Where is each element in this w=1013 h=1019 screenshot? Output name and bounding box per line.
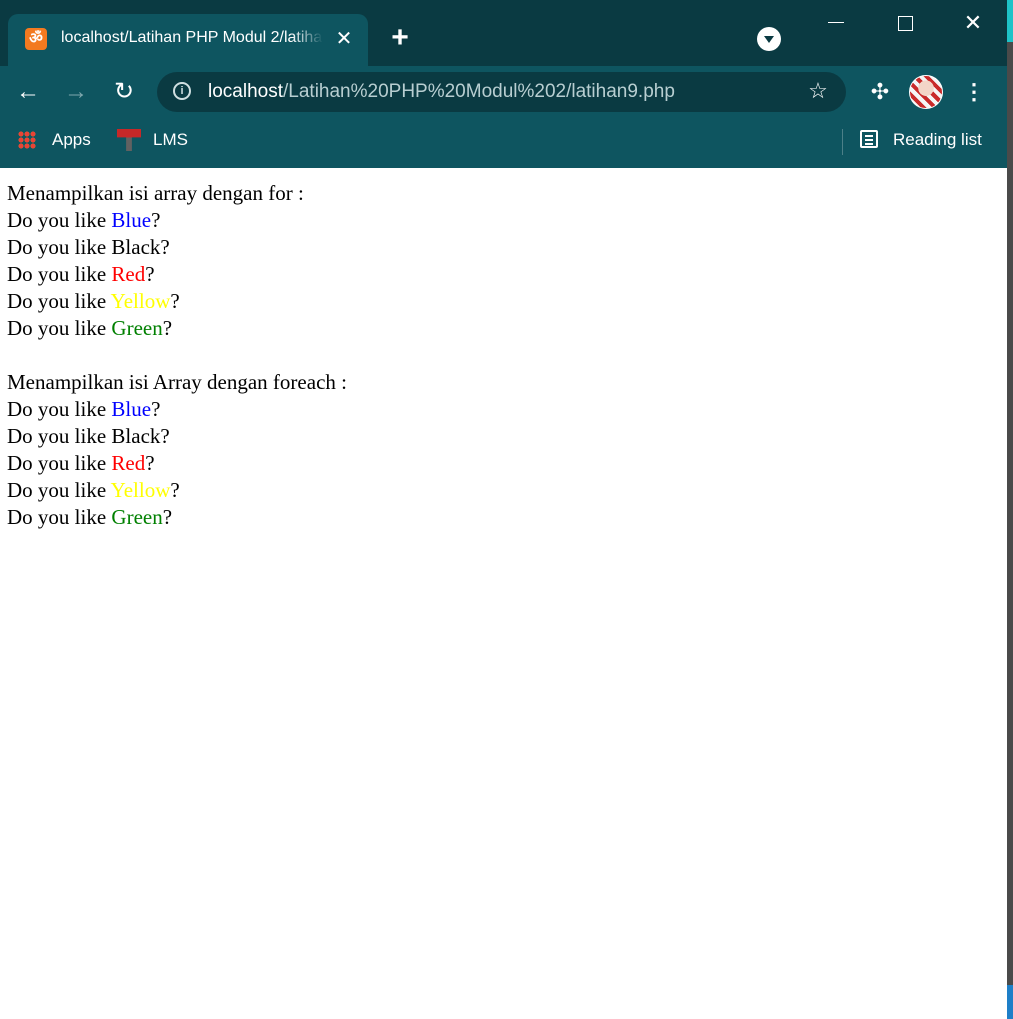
tab-search-icon[interactable] — [757, 27, 781, 51]
color-word: Black — [111, 235, 161, 259]
minimize-icon[interactable] — [813, 8, 859, 38]
window-close-icon[interactable]: ✕ — [950, 8, 996, 38]
line-suffix: ? — [170, 478, 180, 502]
tab-title: localhost/Latihan PHP Modul 2/latihan9.p… — [61, 29, 323, 46]
new-tab-icon[interactable]: + — [386, 23, 414, 53]
page-content: Menampilkan isi array dengan for : Do yo… — [7, 180, 347, 531]
lms-logo-icon — [117, 129, 141, 151]
color-word: Green — [111, 505, 163, 529]
extensions-puzzle-icon[interactable]: ✣ — [866, 78, 894, 106]
desktop-accent-bottom — [1007, 985, 1013, 1019]
tab-close-icon[interactable]: ✕ — [332, 27, 356, 51]
page-viewport: Menampilkan isi array dengan for : Do yo… — [0, 168, 1007, 1019]
bookmark-lms-label: LMS — [153, 130, 188, 149]
reading-list-button[interactable]: Reading list — [860, 128, 982, 152]
list-item: Do you like Yellow? — [7, 477, 347, 504]
color-word: Red — [111, 451, 146, 475]
line-prefix: Do you like — [7, 478, 111, 502]
line-suffix: ? — [162, 316, 173, 340]
back-arrow-icon[interactable]: ← — [14, 78, 42, 106]
line-suffix: ? — [145, 451, 155, 475]
url-host: localhost — [208, 81, 283, 102]
site-info-icon[interactable]: i — [173, 82, 191, 100]
line-prefix: Do you like — [7, 424, 112, 448]
color-word: Blue — [111, 208, 152, 232]
active-tab[interactable]: ॐ localhost/Latihan PHP Modul 2/latihan9… — [8, 14, 368, 66]
color-word: Blue — [111, 397, 152, 421]
tab-strip: ॐ localhost/Latihan PHP Modul 2/latihan9… — [0, 0, 1007, 66]
reading-list-label: Reading list — [893, 130, 982, 149]
list-item: Do you like Red? — [7, 450, 347, 477]
line-break — [7, 342, 347, 369]
line-suffix: ? — [145, 262, 155, 286]
list-item: Do you like Blue? — [7, 396, 347, 423]
for-loop-section: Menampilkan isi array dengan for : Do yo… — [7, 180, 347, 342]
desktop-accent-top — [1007, 0, 1013, 42]
apps-grid-icon — [18, 131, 36, 149]
line-prefix: Do you like — [7, 235, 112, 259]
line-suffix: ? — [160, 235, 170, 259]
list-item: Do you like Blue? — [7, 207, 347, 234]
list-item: Do you like Green? — [7, 504, 347, 531]
bookmark-lms[interactable]: LMS — [117, 128, 188, 152]
color-word: Black — [111, 424, 161, 448]
browser-toolbar: ← → ↻ i localhost/Latihan%20PHP%20Modul%… — [0, 66, 1007, 118]
section-heading-foreach: Menampilkan isi Array dengan foreach : — [7, 370, 347, 394]
bookmark-apps[interactable]: Apps — [18, 128, 91, 152]
line-suffix: ? — [151, 208, 161, 232]
profile-avatar[interactable] — [909, 75, 943, 109]
reload-icon[interactable]: ↻ — [110, 78, 138, 106]
browser-window: ॐ localhost/Latihan PHP Modul 2/latihan9… — [0, 0, 1007, 1019]
address-url[interactable]: localhost/Latihan%20PHP%20Modul%202/lati… — [208, 81, 675, 103]
forward-arrow-icon[interactable]: → — [62, 78, 90, 106]
xampp-favicon-icon: ॐ — [25, 28, 47, 50]
line-suffix: ? — [170, 289, 180, 313]
list-item: Do you like Green? — [7, 315, 347, 342]
line-prefix: Do you like — [7, 505, 112, 529]
foreach-loop-section: Menampilkan isi Array dengan foreach : D… — [7, 369, 347, 531]
address-bar[interactable]: i localhost/Latihan%20PHP%20Modul%202/la… — [157, 72, 846, 112]
url-path: /Latihan%20PHP%20Modul%202/latihan9.php — [283, 81, 675, 102]
list-item: Do you like Red? — [7, 261, 347, 288]
desktop-edge — [1007, 0, 1013, 1019]
bookmark-star-icon[interactable]: ☆ — [805, 78, 831, 104]
kebab-menu-icon[interactable]: ⋮ — [962, 78, 986, 106]
color-word: Yellow — [110, 478, 171, 502]
section-heading-for: Menampilkan isi array dengan for : — [7, 181, 304, 205]
bookmarks-bar: Apps LMS Reading list — [0, 118, 1007, 168]
line-prefix: Do you like — [7, 289, 111, 313]
line-prefix: Do you like — [7, 262, 112, 286]
line-suffix: ? — [151, 397, 161, 421]
line-suffix: ? — [162, 505, 173, 529]
list-item: Do you like Black? — [7, 234, 347, 261]
color-word: Yellow — [110, 289, 171, 313]
maximize-icon[interactable] — [881, 8, 927, 38]
reading-list-icon — [860, 130, 878, 148]
color-word: Red — [111, 262, 146, 286]
line-suffix: ? — [160, 424, 170, 448]
bookmark-apps-label: Apps — [52, 130, 91, 149]
color-word: Green — [111, 316, 163, 340]
list-item: Do you like Black? — [7, 423, 347, 450]
list-item: Do you like Yellow? — [7, 288, 347, 315]
line-prefix: Do you like — [7, 316, 112, 340]
line-prefix: Do you like — [7, 208, 112, 232]
bookmarks-divider — [842, 129, 843, 155]
line-prefix: Do you like — [7, 397, 112, 421]
line-prefix: Do you like — [7, 451, 112, 475]
